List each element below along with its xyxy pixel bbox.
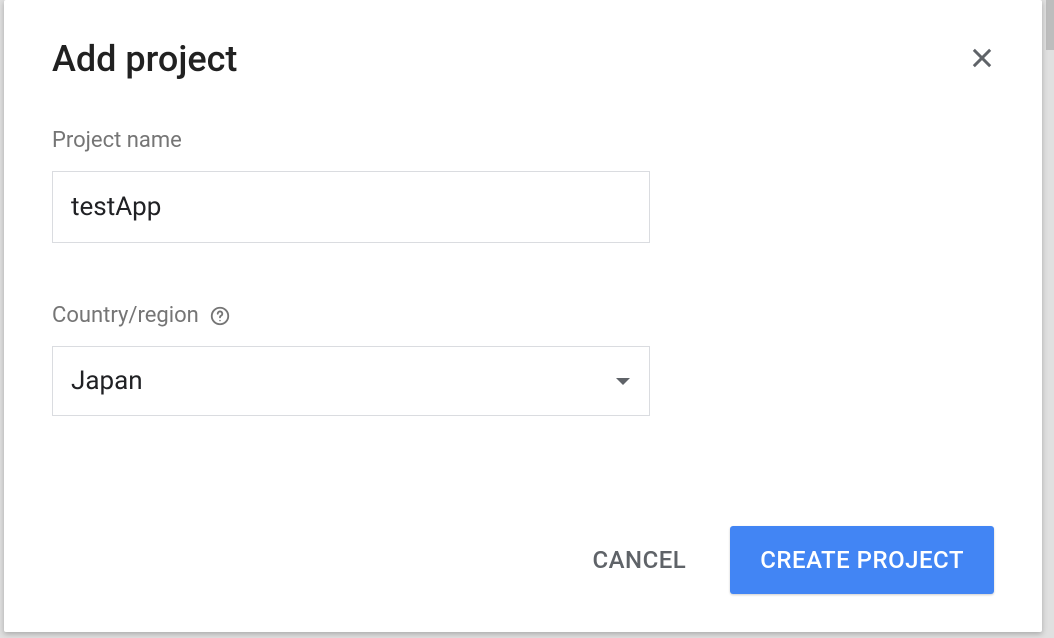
project-name-input[interactable] [52, 171, 650, 243]
create-project-button[interactable]: CREATE PROJECT [730, 526, 994, 594]
project-name-group: Project name [52, 128, 994, 243]
country-region-select[interactable]: Japan [52, 346, 650, 416]
backdrop-edge [1046, 0, 1054, 50]
country-region-group: Country/region Japan [52, 303, 994, 416]
close-button[interactable] [962, 39, 1002, 79]
caret-down-icon [615, 372, 631, 391]
help-icon[interactable] [209, 305, 231, 327]
dialog-title: Add project [52, 38, 237, 80]
country-region-label: Country/region [52, 303, 994, 328]
close-icon [968, 44, 996, 75]
add-project-dialog: Add project Project name Country/region [4, 0, 1042, 632]
dialog-header: Add project [52, 38, 994, 80]
country-region-label-text: Country/region [52, 303, 199, 328]
cancel-button[interactable]: CANCEL [588, 536, 690, 584]
country-region-value: Japan [71, 366, 615, 396]
dialog-actions: CANCEL CREATE PROJECT [588, 526, 994, 594]
project-name-label: Project name [52, 128, 994, 153]
